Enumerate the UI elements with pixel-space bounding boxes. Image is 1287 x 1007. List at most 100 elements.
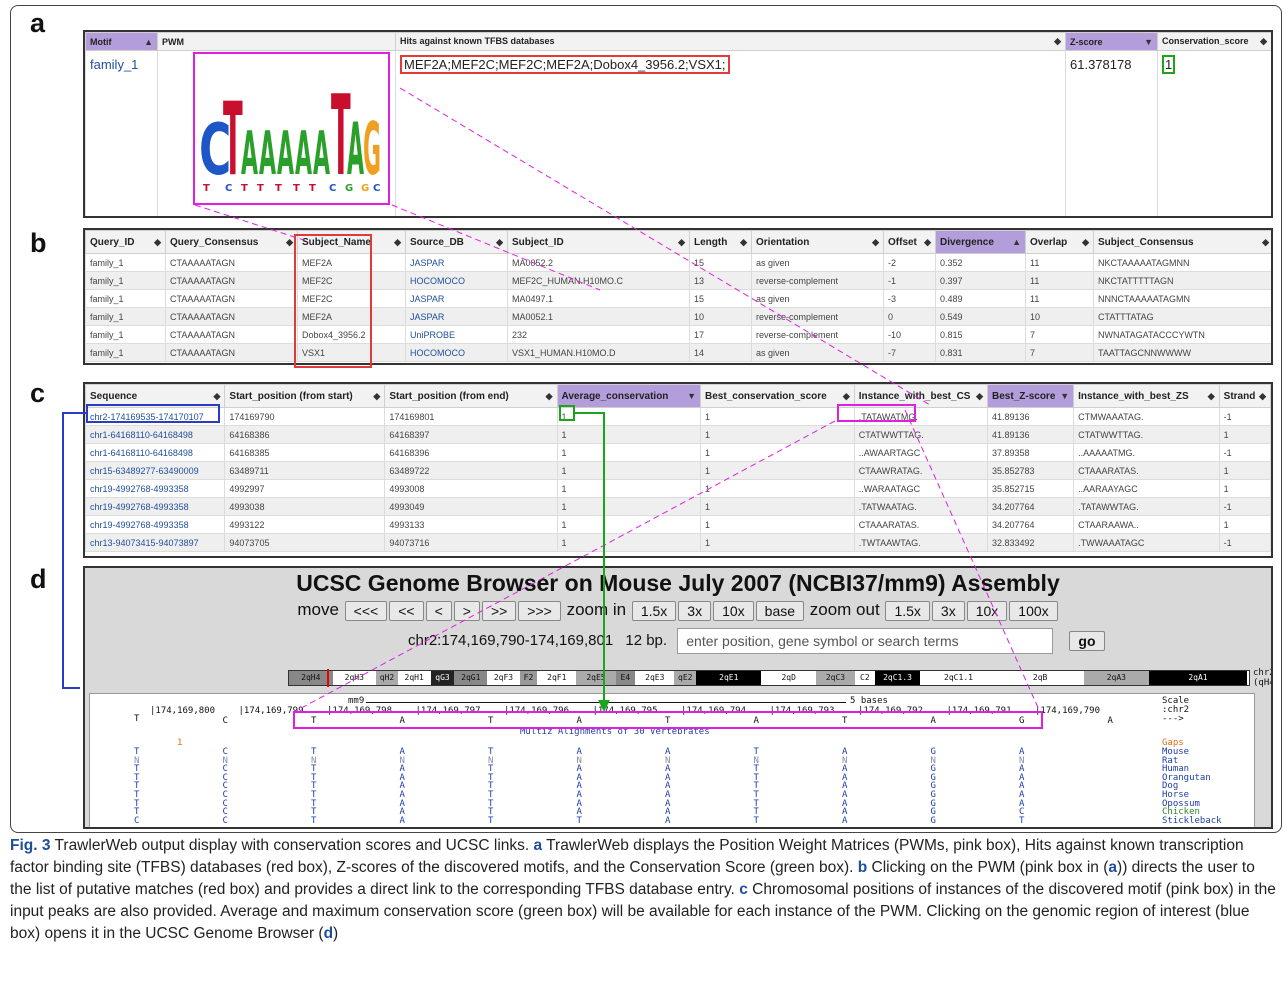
pwm-sequence-logo[interactable]: C T A A A A A T A G TCT TTT TCG GC — [193, 52, 390, 205]
ideogram-band[interactable]: 2qA3 — [1083, 671, 1150, 685]
col-header-subject-consensus[interactable]: Subject_Consensus ◆ — [1093, 230, 1271, 254]
col-header-length[interactable]: Length ◆ — [689, 230, 752, 254]
caption-end: ) — [333, 925, 339, 942]
ideogram-band[interactable]: 2qH3 — [332, 671, 377, 685]
sequence-link[interactable]: chr1-64168110-64168498 — [85, 425, 226, 444]
move-button[interactable]: >>> — [518, 600, 561, 621]
sequence-logo-svg: C T A A A A A T A G TCT TTT TCG GC — [199, 73, 381, 202]
table-cell: 1 — [1218, 479, 1271, 498]
col-header-average-conservation[interactable]: Average_conservation ▼ — [556, 384, 702, 408]
ideogram-band[interactable]: 2qE1 — [696, 671, 762, 685]
svg-text:C: C — [329, 183, 336, 194]
move-button[interactable]: << — [389, 600, 424, 621]
table-cell[interactable]: JASPAR — [405, 289, 508, 308]
ideogram-band[interactable]: 2qB — [996, 671, 1084, 685]
col-header-offset[interactable]: Offset ◆ — [883, 230, 936, 254]
ideogram-band[interactable]: 2qE5 — [576, 671, 616, 685]
ideogram-band[interactable]: 2qA1 — [1149, 671, 1247, 685]
table-cell: 1 — [556, 407, 702, 426]
col-header-pwm[interactable]: PWM — [157, 32, 396, 51]
table-cell: 0.815 — [935, 325, 1026, 344]
ideogram-band[interactable]: 2qC1.3 — [874, 671, 921, 685]
ideogram-band[interactable]: E4 — [615, 671, 636, 685]
ideogram-band[interactable]: 2qF3 — [487, 671, 520, 685]
col-header-best-z-score[interactable]: Best_Z-score ▼ — [987, 384, 1075, 408]
col-header-subject-id[interactable]: Subject_ID ◆ — [507, 230, 690, 254]
alignment-track-area[interactable]: mm9 5 bases |174,169,800 |174,169,799 |174,1… — [89, 693, 1255, 827]
col-header-start-position-from-end-[interactable]: Start_position (from end) ◆ — [384, 384, 558, 408]
table-cell[interactable]: JASPAR — [405, 253, 508, 272]
move-button[interactable]: < — [425, 600, 452, 621]
table-cell[interactable]: HOCOMOCO — [405, 343, 508, 362]
zoom-out-button[interactable]: 1.5x — [885, 600, 930, 621]
col-header-start-position-from-start-[interactable]: Start_position (from start) ◆ — [224, 384, 386, 408]
table-row: family_1 CTAAAAATAGN MEF2C JASPAR MA0497.1 15… — [85, 289, 1271, 308]
col-header-zscore[interactable]: Z-score ▼ — [1065, 32, 1158, 51]
col-header-source-db[interactable]: Source_DB ◆ — [405, 230, 508, 254]
col-header-strand[interactable]: Strand ◆ — [1218, 384, 1271, 408]
sequence-link[interactable]: chr13-94073415-94073897 — [85, 533, 226, 552]
sequence-link[interactable]: chr15-63489277-63490009 — [85, 461, 226, 480]
ideogram-band[interactable]: C2 — [855, 671, 875, 685]
col-header-query-consensus[interactable]: Query_Consensus ◆ — [165, 230, 298, 254]
search-input[interactable]: enter position, gene symbol or search te… — [677, 628, 1054, 654]
col-header-motif[interactable]: Motif ▲ — [85, 32, 158, 51]
figure-caption: Fig. 3 TrawlerWeb output display with co… — [10, 835, 1277, 945]
ref-base: T — [488, 716, 494, 726]
ideogram-band[interactable]: 2qC3 — [815, 671, 856, 685]
col-header-hits[interactable]: Hits against known TFBS databases ◆ — [395, 32, 1066, 51]
table-cell: family_1 — [85, 271, 166, 290]
col-header-best-conservation-score[interactable]: Best_conservation_score ◆ — [700, 384, 855, 408]
go-button[interactable]: go — [1069, 631, 1105, 651]
sequence-link[interactable]: chr19-4992768-4993358 — [85, 515, 226, 534]
table-cell: .TWTAAWTAG. — [853, 533, 989, 552]
svg-text:C: C — [225, 183, 232, 194]
ideogram-band[interactable]: 2qH4 — [289, 671, 333, 685]
ideogram-band[interactable]: F2 — [519, 671, 538, 685]
ideogram-band[interactable]: 2qG1 — [454, 671, 488, 685]
col-header-subject-name[interactable]: Subject_Name ◆ — [297, 230, 406, 254]
sequence-link[interactable]: chr2-174169535-174170107 — [85, 407, 226, 426]
col-header-instance-with-best-cs[interactable]: Instance_with_best_CS ◆ — [853, 384, 989, 408]
ideogram-band[interactable]: qG3 — [430, 671, 455, 685]
table-cell: 1 — [1218, 515, 1271, 534]
zoom-out-button[interactable]: 100x — [1009, 600, 1058, 621]
col-header-overlap[interactable]: Overlap ◆ — [1025, 230, 1094, 254]
col-header-instance-with-best-zs[interactable]: Instance_with_best_ZS ◆ — [1073, 384, 1220, 408]
zoom-out-button[interactable]: 10x — [966, 600, 1008, 621]
col-header-sequence[interactable]: Sequence ◆ — [85, 384, 226, 408]
zoom-in-button[interactable]: 1.5x — [631, 600, 677, 621]
table-cell[interactable]: UniPROBE — [405, 325, 508, 344]
ref-base: A — [753, 716, 759, 726]
sequence-link[interactable]: chr19-4992768-4993358 — [85, 497, 226, 516]
table-cell[interactable]: JASPAR — [405, 307, 508, 326]
motif-link[interactable]: family_1 — [85, 50, 158, 216]
ideogram-band[interactable]: qE2 — [674, 671, 697, 685]
col-header-query-id[interactable]: Query_ID ◆ — [85, 230, 166, 254]
zoom-in-button[interactable]: 10x — [713, 600, 754, 621]
ideogram-band[interactable]: qH2 — [376, 671, 398, 685]
table-cell: .TATAWWTAG. — [1073, 497, 1220, 516]
table-cell: 7 — [1025, 325, 1094, 344]
ideogram-band[interactable]: 2qF1 — [537, 671, 577, 685]
col-header-orientation[interactable]: Orientation ◆ — [751, 230, 884, 254]
zoom-out-button[interactable]: 3x — [931, 600, 965, 621]
ideogram-band[interactable]: 2qE3 — [635, 671, 675, 685]
zoom-in-button[interactable]: 3x — [678, 600, 712, 621]
sequence-link[interactable]: chr19-4992768-4993358 — [85, 479, 226, 498]
zoom-in-button[interactable]: base — [755, 600, 805, 621]
ideogram-band[interactable]: 2qD — [761, 671, 816, 685]
chromosome-ideogram[interactable]: 2qH4 2qH3 qH2 2qH1 qG3 2qG1 2qF3 F2 2qF1 2qE5 E4 2q… — [288, 669, 1250, 687]
move-button[interactable]: <<< — [344, 600, 388, 621]
col-header-divergence[interactable]: Divergence ▲ — [935, 230, 1026, 254]
col-header-conservation[interactable]: Conservation_score ◆ — [1157, 32, 1271, 51]
ideogram-band[interactable]: 2qC1.1 — [920, 671, 997, 685]
move-button[interactable]: >> — [481, 600, 517, 621]
sequence-link[interactable]: chr1-64168110-64168498 — [85, 443, 226, 462]
ideogram-band[interactable]: 2qH1 — [397, 671, 431, 685]
table-cell: 32.833492 — [987, 533, 1075, 552]
move-button[interactable]: > — [453, 600, 480, 621]
table-cell[interactable]: HOCOMOCO — [405, 271, 508, 290]
ref-base: T — [665, 716, 671, 726]
table-cell: MA0052.2 — [507, 253, 690, 272]
